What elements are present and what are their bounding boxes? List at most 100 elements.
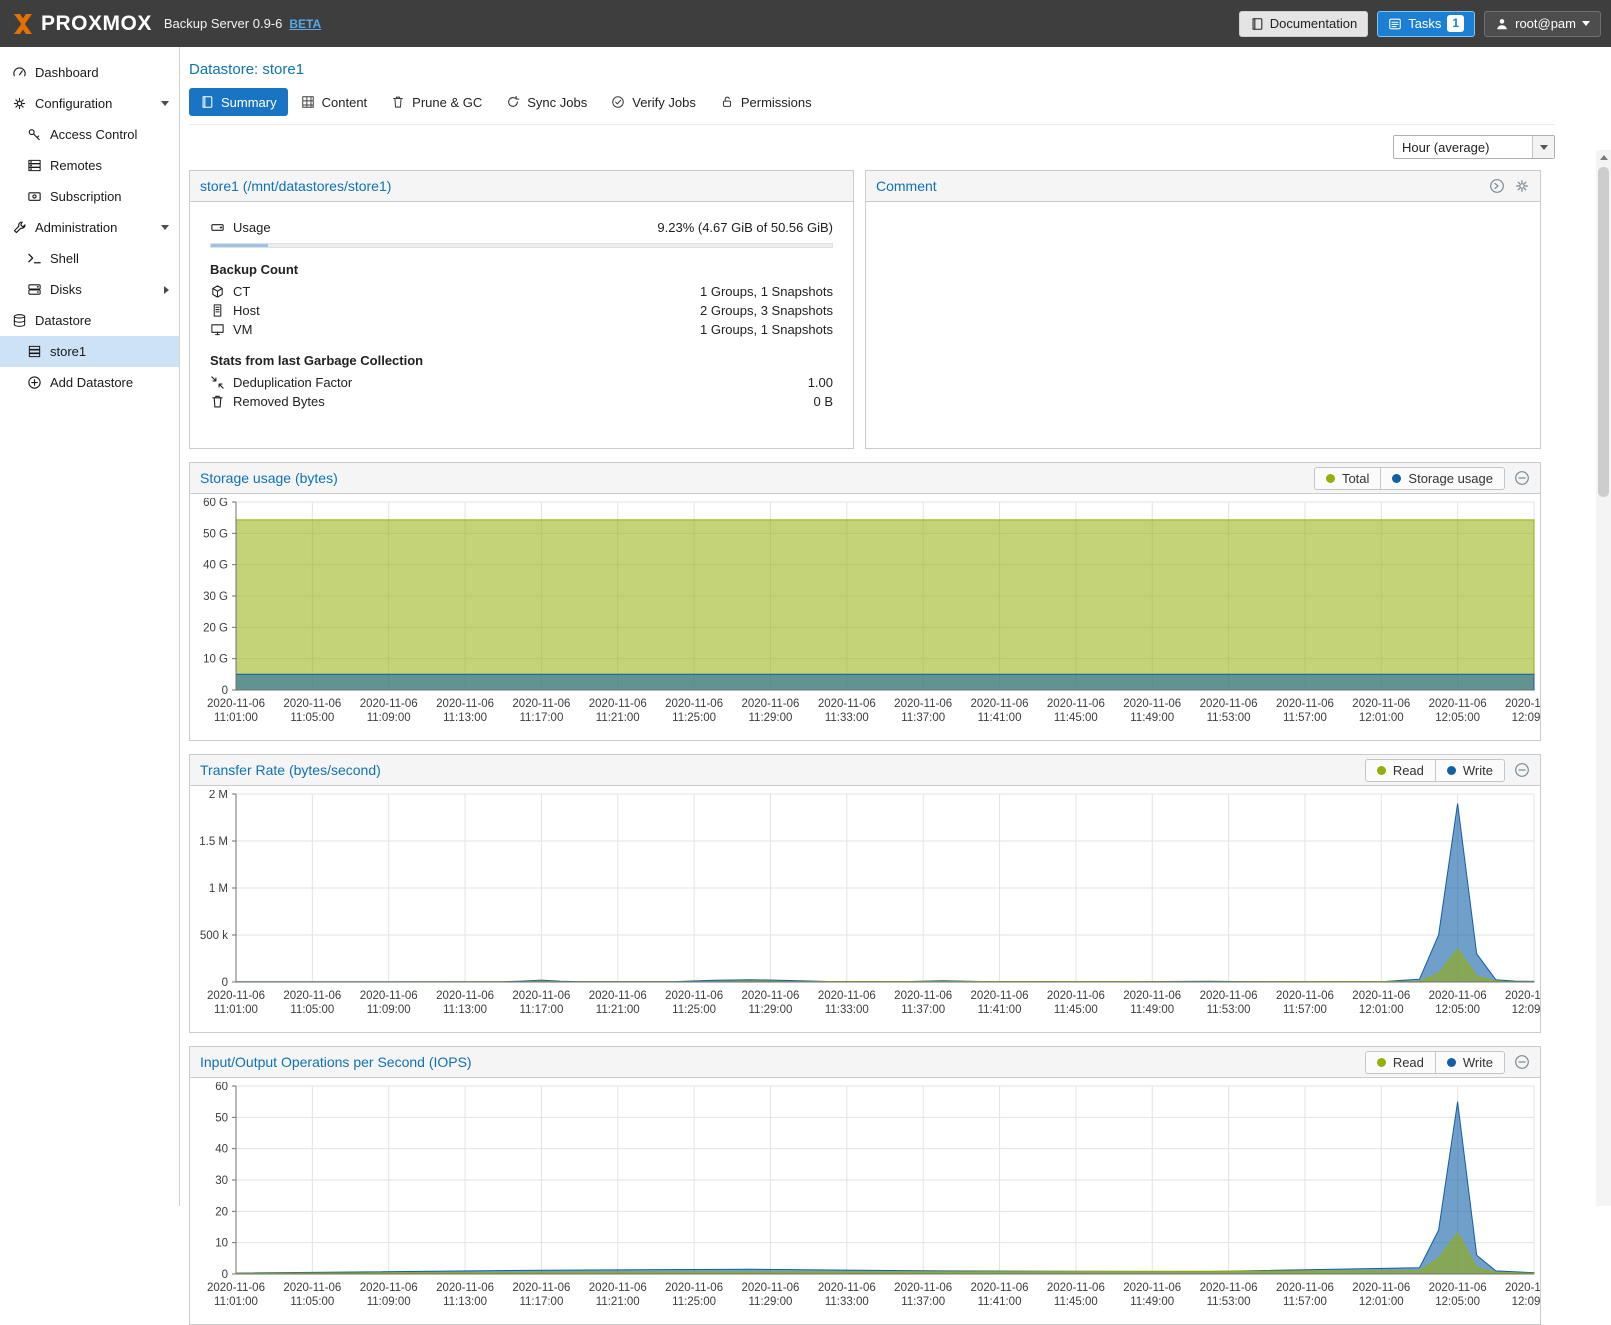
svg-text:2020-11-06: 2020-11-06 [512, 990, 570, 1002]
tasks-button[interactable]: Tasks 1 [1377, 11, 1475, 37]
svg-text:0: 0 [222, 685, 228, 697]
svg-text:2020-11-06: 2020-11-06 [741, 1282, 799, 1294]
chart-legend: Read Write [1365, 1051, 1505, 1074]
tab-prune-gc[interactable]: Prune & GC [380, 88, 493, 116]
book-icon [200, 95, 214, 109]
legend-item-read[interactable]: Read [1366, 760, 1435, 781]
gear-icon[interactable] [1514, 178, 1530, 194]
sidebar-item-label: Shell [50, 251, 79, 266]
svg-text:2020-11-06: 2020-11-06 [1352, 990, 1410, 1002]
sidebar-item-label: Dashboard [35, 65, 99, 80]
tab-label: Sync Jobs [527, 95, 587, 110]
server-icon [210, 303, 225, 318]
svg-text:11:41:00: 11:41:00 [978, 1004, 1022, 1016]
svg-text:2020-11-06: 2020-11-06 [589, 698, 647, 710]
sidebar-item-datastore[interactable]: Datastore [0, 305, 179, 336]
group-collapse-icon [161, 101, 169, 106]
sidebar-item-remotes[interactable]: Remotes [0, 150, 179, 181]
cube-icon [210, 284, 225, 299]
collapse-icon[interactable] [1514, 470, 1530, 486]
tab-summary[interactable]: Summary [189, 88, 288, 116]
sidebar-item-administration[interactable]: Administration [0, 212, 179, 243]
svg-text:11:25:00: 11:25:00 [672, 1296, 716, 1308]
collapse-icon[interactable] [1514, 1054, 1530, 1070]
key-icon [27, 127, 42, 142]
sidebar-item-dashboard[interactable]: Dashboard [0, 57, 179, 88]
svg-text:11:13:00: 11:13:00 [443, 1004, 487, 1016]
beta-link[interactable]: BETA [289, 17, 321, 31]
timeframe-select[interactable]: Hour (average) [1393, 135, 1555, 159]
legend-item-storage-usage[interactable]: Storage usage [1380, 468, 1504, 489]
svg-text:11:09:00: 11:09:00 [367, 712, 411, 724]
tab-content[interactable]: Content [290, 88, 379, 116]
svg-text:11:17:00: 11:17:00 [519, 1296, 563, 1308]
tasks-count-badge: 1 [1447, 15, 1464, 32]
refresh-circle-icon[interactable] [1489, 178, 1505, 194]
chart-title: Transfer Rate (bytes/second) [200, 762, 381, 778]
tab-label: Prune & GC [412, 95, 482, 110]
documentation-button[interactable]: Documentation [1239, 11, 1368, 37]
svg-text:11:09:00: 11:09:00 [367, 1004, 411, 1016]
sidebar-nav: Dashboard Configuration Access Control R… [0, 47, 180, 1206]
svg-text:12:09:00: 12:09:00 [1512, 712, 1540, 724]
svg-text:12:05:00: 12:05:00 [1435, 1296, 1480, 1308]
sidebar-item-disks[interactable]: Disks [0, 274, 179, 305]
svg-text:11:05:00: 11:05:00 [290, 1004, 334, 1016]
tab-label: Content [322, 95, 368, 110]
legend-item-write[interactable]: Write [1435, 1052, 1504, 1073]
svg-text:2020-11-06: 2020-11-06 [1505, 698, 1540, 710]
chart-title: Input/Output Operations per Second (IOPS… [200, 1054, 472, 1070]
svg-text:2020-11-06: 2020-11-06 [894, 990, 952, 1002]
svg-text:11:41:00: 11:41:00 [978, 712, 1022, 724]
svg-text:2020-11-06: 2020-11-06 [436, 990, 494, 1002]
svg-text:2020-11-06: 2020-11-06 [665, 698, 723, 710]
sidebar-item-shell[interactable]: Shell [0, 243, 179, 274]
backup-count-row-ct: CT 1 Groups, 1 Snapshots [210, 282, 833, 301]
combo-trigger[interactable] [1532, 136, 1554, 158]
svg-text:2020-11-06: 2020-11-06 [1047, 698, 1105, 710]
backup-type-label: VM [233, 322, 253, 337]
svg-text:11:33:00: 11:33:00 [825, 1296, 869, 1308]
vertical-scrollbar[interactable] [1596, 150, 1611, 1206]
tab-permissions[interactable]: Permissions [709, 88, 823, 116]
comment-body[interactable] [866, 202, 1540, 234]
tab-label: Summary [221, 95, 277, 110]
legend-item-write[interactable]: Write [1435, 760, 1504, 781]
svg-text:0: 0 [222, 1269, 228, 1281]
sidebar-item-access-control[interactable]: Access Control [0, 119, 179, 150]
scrollbar-up-arrow[interactable] [1596, 150, 1611, 165]
proxmox-logo: PROXMOX [10, 11, 152, 37]
sidebar-item-add-datastore[interactable]: Add Datastore [0, 367, 179, 398]
svg-text:2020-11-06: 2020-11-06 [360, 1282, 418, 1294]
svg-text:2020-11-06: 2020-11-06 [512, 1282, 570, 1294]
panel-header: Comment [866, 171, 1540, 202]
svg-text:2020-11-06: 2020-11-06 [818, 1282, 876, 1294]
monitor-icon [210, 322, 225, 337]
usage-progress-bar [210, 243, 833, 248]
svg-text:40: 40 [215, 1144, 228, 1156]
svg-text:2020-11-06: 2020-11-06 [207, 698, 265, 710]
user-menu-button[interactable]: root@pam [1484, 11, 1601, 37]
chart-legend: Read Write [1365, 759, 1505, 782]
sidebar-item-label: Remotes [50, 158, 102, 173]
sync-icon [506, 95, 520, 109]
sidebar-item-store1[interactable]: store1 [0, 336, 179, 367]
tab-sync-jobs[interactable]: Sync Jobs [495, 88, 598, 116]
legend-item-total[interactable]: Total [1315, 468, 1380, 489]
svg-text:2020-11-06: 2020-11-06 [589, 990, 647, 1002]
chart-title: Storage usage (bytes) [200, 470, 338, 486]
scrollbar-thumb[interactable] [1598, 167, 1609, 497]
backup-count-row-vm: VM 1 Groups, 1 Snapshots [210, 320, 833, 339]
tab-verify-jobs[interactable]: Verify Jobs [600, 88, 707, 116]
ticket-icon [27, 189, 42, 204]
svg-text:11:33:00: 11:33:00 [825, 1004, 869, 1016]
legend-item-read[interactable]: Read [1366, 1052, 1435, 1073]
legend-label: Read [1393, 1055, 1424, 1070]
svg-text:2020-11-06: 2020-11-06 [207, 990, 265, 1002]
collapse-icon[interactable] [1514, 762, 1530, 778]
sidebar-item-subscription[interactable]: Subscription [0, 181, 179, 212]
svg-text:50 G: 50 G [203, 528, 228, 540]
svg-text:12:05:00: 12:05:00 [1435, 712, 1480, 724]
sidebar-item-configuration[interactable]: Configuration [0, 88, 179, 119]
svg-text:11:57:00: 11:57:00 [1283, 1296, 1327, 1308]
